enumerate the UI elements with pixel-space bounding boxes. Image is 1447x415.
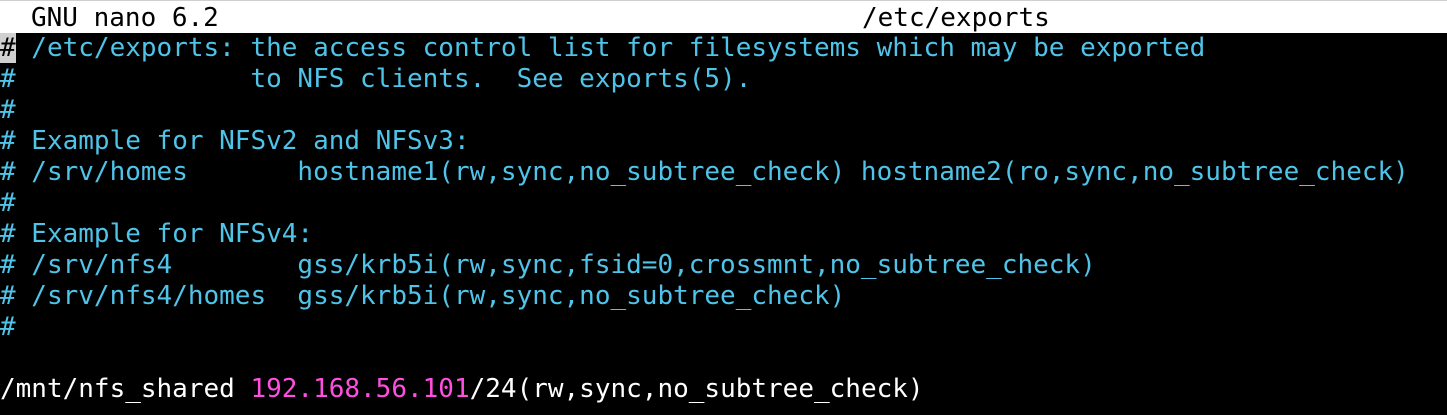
comment-text: to NFS clients. See exports(5). [15, 64, 752, 94]
file-name: /etc/exports [862, 3, 1050, 33]
comment-hash: # [0, 250, 16, 280]
editor-line-11-empty[interactable] [0, 343, 1447, 374]
export-options: /24(rw,sync,no_subtree_check) [469, 374, 924, 404]
comment-text: /srv/nfs4/homes gss/krb5i(rw,sync,no_sub… [15, 281, 846, 311]
comment-text: Example for NFSv4: [15, 219, 314, 249]
text-cursor: # [0, 33, 16, 63]
comment-hash: # [0, 95, 16, 125]
comment-hash: # [0, 64, 16, 94]
comment-text: Example for NFSv2 and NFSv3: [15, 126, 470, 156]
comment-hash: # [0, 281, 16, 311]
comment-hash: # [0, 219, 16, 249]
app-name: GNU nano 6.2 [31, 3, 219, 33]
editor-line-8[interactable]: # /srv/nfs4 gss/krb5i(rw,sync,fsid=0,cro… [0, 250, 1447, 281]
editor-line-1[interactable]: # /etc/exports: the access control list … [0, 33, 1447, 64]
editor-line-3[interactable]: # [0, 95, 1447, 126]
editor-line-12-export[interactable]: /mnt/nfs_shared 192.168.56.101/24(rw,syn… [0, 374, 1447, 405]
comment-hash: # [0, 157, 16, 187]
nano-title-bar: GNU nano 6.2 /etc/exports [0, 0, 1447, 33]
editor-text-area[interactable]: # /etc/exports: the access control list … [0, 33, 1447, 405]
comment-hash: # [0, 312, 16, 342]
export-path: /mnt/nfs_shared [0, 374, 251, 404]
export-ip-address: 192.168.56.101 [250, 374, 470, 404]
editor-line-9[interactable]: # /srv/nfs4/homes gss/krb5i(rw,sync,no_s… [0, 281, 1447, 312]
editor-line-4[interactable]: # Example for NFSv2 and NFSv3: [0, 126, 1447, 157]
comment-text: /srv/homes hostname1(rw,sync,no_subtree_… [15, 157, 1409, 187]
editor-line-6[interactable]: # [0, 188, 1447, 219]
editor-line-2[interactable]: # to NFS clients. See exports(5). [0, 64, 1447, 95]
comment-hash: # [0, 188, 16, 218]
editor-line-5[interactable]: # /srv/homes hostname1(rw,sync,no_subtre… [0, 157, 1447, 188]
editor-line-10[interactable]: # [0, 312, 1447, 343]
comment-text: /etc/exports: the access control list fo… [15, 33, 1206, 63]
comment-text: /srv/nfs4 gss/krb5i(rw,sync,fsid=0,cross… [15, 250, 1096, 280]
editor-line-7[interactable]: # Example for NFSv4: [0, 219, 1447, 250]
comment-hash: # [0, 126, 16, 156]
